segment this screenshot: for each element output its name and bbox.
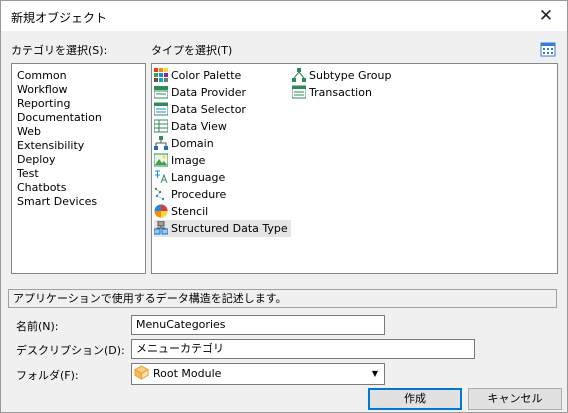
category-item-deploy[interactable]: Deploy [17,153,56,167]
data-selector-icon [154,102,168,116]
type-item-stencil[interactable]: Stencil [154,203,208,220]
category-item-workflow[interactable]: Workflow [17,83,68,97]
folder-label: フォルダ(F): [16,369,79,382]
color-palette-icon [154,68,168,82]
type-item-label: Stencil [171,205,209,218]
category-item-chatbots[interactable]: Chatbots [17,181,66,195]
close-icon[interactable]: ✕ [529,3,563,29]
type-item-label: Procedure [171,188,227,201]
stencil-icon [154,204,168,218]
type-item-label: Structured Data Type [171,222,288,235]
type-item-image[interactable]: Image [154,152,205,169]
type-item-label: Data Selector [171,103,246,116]
type-item-data-provider[interactable]: Data Provider [154,84,246,101]
title-bar: 新規オブジェクト ✕ [1,1,567,31]
category-list[interactable]: Common Workflow Reporting Documentation … [11,63,146,274]
type-item-label: Subtype Group [309,69,392,82]
data-provider-icon [154,86,168,99]
name-label: 名前(N): [16,320,59,333]
create-button[interactable]: 作成 [368,388,462,410]
cancel-button[interactable]: キャンセル [468,388,562,410]
new-object-dialog: 新規オブジェクト ✕ カテゴリを選択(S): タイプを選択(T) Common … [0,0,568,413]
type-item-label: Image [171,154,206,167]
category-item-web[interactable]: Web [17,125,41,139]
category-label: カテゴリを選択(S): [11,44,108,57]
type-item-label: Language [171,171,226,184]
type-item-data-view[interactable]: Data View [154,118,227,135]
type-item-structured-data-type[interactable]: Structured Data Type [154,220,291,237]
type-item-label: Color Palette [171,69,242,82]
folder-dropdown[interactable]: Root Module ▼ [131,363,385,385]
data-view-icon [154,119,168,133]
domain-icon [154,136,168,150]
description-field[interactable]: メニューカテゴリ [131,339,475,359]
type-list[interactable]: Color Palette Data Provider Data Selecto… [151,63,558,274]
folder-value: Root Module [153,367,222,380]
language-icon [155,170,168,184]
category-item-reporting[interactable]: Reporting [17,97,70,111]
type-item-procedure[interactable]: Procedure [154,186,226,203]
category-item-common[interactable]: Common [17,69,67,83]
image-icon [154,153,168,167]
procedure-icon [154,187,165,201]
type-item-subtype-group[interactable]: Subtype Group [292,67,392,84]
type-item-domain[interactable]: Domain [154,135,214,152]
type-item-label: Domain [171,137,214,150]
type-item-label: Transaction [309,86,372,99]
type-label: タイプを選択(T) [151,44,233,57]
type-item-language[interactable]: Language [154,169,225,186]
type-description: アプリケーションで使用するデータ構造を記述します。 [8,289,557,308]
module-icon [133,365,150,380]
type-item-label: Data Provider [171,86,247,99]
category-item-documentation[interactable]: Documentation [17,111,102,125]
name-field[interactable]: MenuCategories [131,315,385,335]
type-item-label: Data View [171,120,227,133]
chevron-down-icon[interactable]: ▼ [372,364,378,384]
dialog-title: 新規オブジェクト [11,11,108,25]
category-item-test[interactable]: Test [17,167,39,181]
type-item-data-selector[interactable]: Data Selector [154,101,246,118]
transaction-icon [292,85,306,99]
type-item-color-palette[interactable]: Color Palette [154,67,241,84]
calendar-view-icon[interactable] [540,41,556,57]
category-item-smart-devices[interactable]: Smart Devices [17,195,97,209]
subtype-group-icon [292,68,306,82]
category-item-extensibility[interactable]: Extensibility [17,139,84,153]
description-label: デスクリプション(D): [16,344,125,357]
type-item-transaction[interactable]: Transaction [292,84,372,101]
structured-data-type-icon [154,221,168,235]
